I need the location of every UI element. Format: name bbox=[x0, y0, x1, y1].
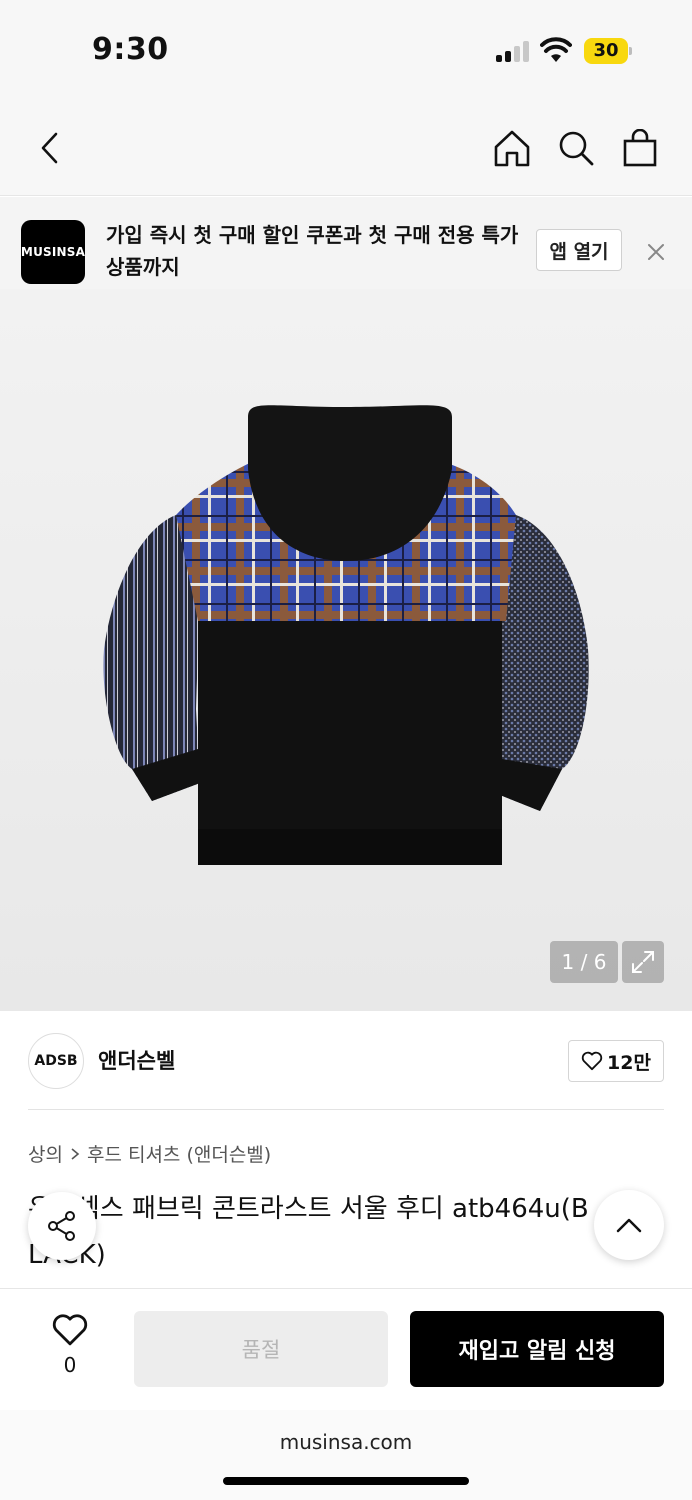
home-icon[interactable] bbox=[492, 128, 532, 168]
heart-icon bbox=[581, 1051, 603, 1071]
soldout-button[interactable]: 품절 bbox=[134, 1311, 388, 1387]
search-icon[interactable] bbox=[556, 128, 596, 168]
wifi-icon bbox=[540, 37, 572, 62]
product-photo-hoodie bbox=[103, 405, 589, 865]
cellular-signal-icon bbox=[496, 40, 532, 62]
expand-icon[interactable] bbox=[622, 941, 664, 983]
brand-logo[interactable]: ADSB bbox=[28, 1033, 84, 1089]
product-title-line2: LACK) bbox=[28, 1232, 668, 1278]
product-title: 유니섹스 패브릭 콘트라스트 서울 후디 atb464u(B LACK) bbox=[28, 1186, 668, 1278]
brand-like-button[interactable]: 12만 bbox=[568, 1040, 664, 1082]
top-navigation bbox=[0, 100, 692, 196]
status-bar: 9:30 30 bbox=[0, 0, 692, 100]
status-time: 9:30 bbox=[92, 32, 169, 67]
breadcrumb: 상의 후드 티셔츠 (앤더슨벨) bbox=[28, 1140, 271, 1167]
wishlist-count: 0 bbox=[63, 1353, 77, 1377]
musinsa-app-logo: MUSINSA bbox=[21, 220, 85, 284]
brand-like-count: 12만 bbox=[607, 1051, 651, 1074]
scroll-to-top-button[interactable] bbox=[594, 1190, 664, 1260]
breadcrumb-subcategory[interactable]: 후드 티셔츠 (앤더슨벨) bbox=[87, 1140, 271, 1167]
product-image-gallery[interactable]: 1 / 6 bbox=[0, 289, 692, 1011]
divider bbox=[28, 1109, 664, 1110]
brand-row: ADSB 앤더슨벨 12만 bbox=[0, 1011, 692, 1111]
banner-message: 가입 즉시 첫 구매 할인 쿠폰과 첫 구매 전용 특가 상품까지 bbox=[106, 223, 519, 279]
chevron-right-icon bbox=[71, 1147, 80, 1160]
url-text[interactable]: musinsa.com bbox=[0, 1430, 692, 1454]
wishlist-button[interactable]: 0 bbox=[46, 1313, 94, 1377]
heart-icon bbox=[52, 1314, 88, 1346]
chevron-left-icon[interactable] bbox=[30, 128, 70, 168]
home-indicator bbox=[223, 1477, 469, 1485]
product-title-line1: 유니섹스 패브릭 콘트라스트 서울 후디 atb464u(B bbox=[28, 1194, 589, 1224]
brand-name[interactable]: 앤더슨벨 bbox=[98, 1045, 175, 1075]
open-app-button[interactable]: 앱 열기 bbox=[536, 229, 622, 271]
share-icon bbox=[48, 1211, 75, 1241]
battery-level: 30 bbox=[593, 40, 619, 61]
chevron-up-icon bbox=[616, 1218, 642, 1233]
breadcrumb-category[interactable]: 상의 bbox=[28, 1140, 63, 1167]
purchase-action-bar: 0 품절 재입고 알림 신청 bbox=[0, 1288, 692, 1410]
image-counter: 1 / 6 bbox=[550, 941, 618, 983]
shopping-bag-icon[interactable] bbox=[620, 128, 660, 168]
close-icon[interactable] bbox=[644, 240, 668, 264]
browser-url-bar: musinsa.com bbox=[0, 1410, 692, 1500]
restock-alert-button[interactable]: 재입고 알림 신청 bbox=[410, 1311, 664, 1387]
share-button[interactable] bbox=[28, 1192, 96, 1260]
battery-indicator: 30 bbox=[584, 38, 632, 64]
app-install-banner: MUSINSA 가입 즉시 첫 구매 할인 쿠폰과 첫 구매 전용 특가 상품까… bbox=[0, 197, 692, 289]
